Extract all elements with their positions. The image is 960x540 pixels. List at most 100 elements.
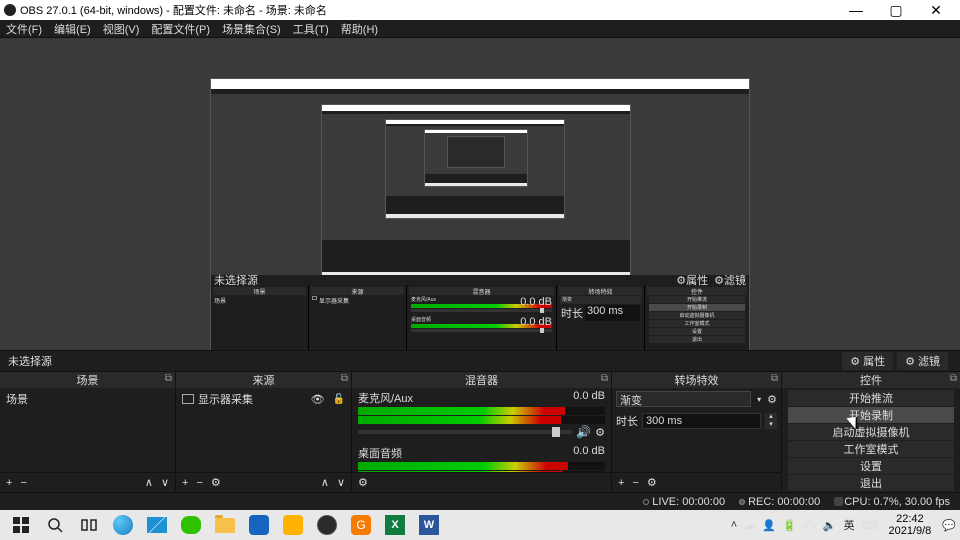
menu-file[interactable]: 文件(F) <box>6 21 42 37</box>
menu-profile[interactable]: 配置文件(P) <box>151 21 210 37</box>
filters-button[interactable]: ⚙滤镜 <box>897 352 948 370</box>
remove-scene-button[interactable]: − <box>20 477 26 489</box>
tray-volume-icon[interactable]: 🔈 <box>823 519 837 532</box>
tray-keyboard-icon[interactable]: ⌨ <box>862 519 878 532</box>
obs-logo-icon <box>4 4 16 16</box>
mixer-toolbar: ⚙ <box>352 472 611 492</box>
gear-icon: ⚙ <box>850 355 860 368</box>
taskbar-obs[interactable] <box>310 511 344 539</box>
menu-edit[interactable]: 编辑(E) <box>54 21 91 37</box>
controls-title: 控件 <box>860 372 882 388</box>
tray-cloud-icon[interactable]: ☁ <box>744 519 755 532</box>
lock-toggle[interactable]: 🔓 <box>333 394 345 405</box>
tray-network-icon[interactable]: 🖧 <box>804 516 816 535</box>
scene-item[interactable]: 场景 <box>0 388 175 410</box>
transition-select[interactable]: 渐变 <box>616 391 751 407</box>
mixer-dock: 混音器⧉ 麦克风/Aux0.0 dB 🔊 ⚙ 桌面音频0.0 dB 🔊 <box>352 372 612 492</box>
tray-people-icon[interactable]: 👤 <box>762 519 776 532</box>
taskbar-explorer[interactable] <box>208 511 242 539</box>
scenes-title: 场景 <box>77 372 99 388</box>
transition-prop-button[interactable]: ⚙ <box>647 476 657 489</box>
add-source-button[interactable]: + <box>182 477 188 489</box>
taskbar-edge[interactable] <box>106 511 140 539</box>
no-source-label: 未选择源 <box>8 353 198 369</box>
studio-mode-button[interactable]: 工作室模式 <box>788 441 954 457</box>
minimize-button[interactable]: ― <box>836 0 876 20</box>
search-button[interactable] <box>38 511 72 539</box>
add-scene-button[interactable]: + <box>6 477 12 489</box>
taskbar-wechat[interactable] <box>174 511 208 539</box>
properties-button[interactable]: ⚙属性 <box>842 352 893 370</box>
scenes-dock: 场景 ⧉ 场景 + − ∧ ∨ <box>0 372 176 492</box>
source-toolbar: 未选择源 ⚙属性 ⚙滤镜 <box>0 350 960 372</box>
popout-icon[interactable]: ⧉ <box>165 373 172 384</box>
rec-indicator-icon <box>739 499 745 505</box>
taskbar-app-blue[interactable] <box>242 511 276 539</box>
mute-button[interactable]: 🔊 <box>576 425 591 439</box>
start-recording-button[interactable]: 开始录制 <box>788 407 954 423</box>
mixer-channel-desktop: 桌面音频0.0 dB 🔊 ⚙ <box>352 443 611 472</box>
taskbar-word[interactable]: W <box>412 511 446 539</box>
menu-tools[interactable]: 工具(T) <box>293 21 329 37</box>
sources-dock: 来源 ⧉ 显示器采集 👁 🔓 + − ⚙ ∧ ∨ <box>176 372 352 492</box>
add-transition-button[interactable]: + <box>618 477 624 489</box>
maximize-button[interactable]: ▢ <box>876 0 916 20</box>
task-view-button[interactable] <box>72 511 106 539</box>
sources-toolbar: + − ⚙ ∧ ∨ <box>176 472 351 492</box>
scene-down-button[interactable]: ∨ <box>161 476 169 489</box>
remove-source-button[interactable]: − <box>196 477 202 489</box>
sources-title: 来源 <box>253 372 275 388</box>
status-bar: LIVE: 00:00:00 REC: 00:00:00 CPU: 0.7%, … <box>0 492 960 510</box>
duration-down[interactable]: ▾ <box>765 421 777 429</box>
preview-area[interactable]: 场景 场景 来源 显示器采集 混音器 麦克风/Aux0.0 dB 桌面音频0.0… <box>0 38 960 350</box>
menu-view[interactable]: 视图(V) <box>103 21 140 37</box>
taskbar-mail[interactable] <box>140 511 174 539</box>
volume-slider[interactable] <box>358 430 572 434</box>
start-streaming-button[interactable]: 开始推流 <box>788 390 954 406</box>
duration-up[interactable]: ▴ <box>765 413 777 421</box>
popout-icon[interactable]: ⧉ <box>771 373 778 384</box>
system-tray: ˄ ☁ 👤 🔋 🖧 🔈 英 ⌨ 22:42 2021/9/8 💬 <box>731 513 956 537</box>
scene-up-button[interactable]: ∧ <box>145 476 153 489</box>
vu-meter <box>358 416 605 424</box>
tray-clock[interactable]: 22:42 2021/9/8 <box>884 513 935 537</box>
popout-icon[interactable]: ⧉ <box>950 373 957 384</box>
transitions-title: 转场特效 <box>675 372 719 388</box>
taskbar-excel[interactable]: X <box>378 511 412 539</box>
cpu-indicator-icon <box>834 497 843 506</box>
tray-chevron-icon[interactable]: ˄ <box>731 519 737 531</box>
settings-button[interactable]: 设置 <box>788 458 954 474</box>
source-down-button[interactable]: ∨ <box>337 476 345 489</box>
dropdown-icon[interactable]: ▾ <box>753 395 765 404</box>
duration-input[interactable]: 300 ms <box>642 413 761 429</box>
mixer-channel-mic: 麦克风/Aux0.0 dB 🔊 ⚙ <box>352 388 611 443</box>
start-virtualcam-button[interactable]: 启动虚拟摄像机 <box>788 424 954 440</box>
windows-taskbar: G X W ˄ ☁ 👤 🔋 🖧 🔈 英 ⌨ 22:42 2021/9/8 💬 <box>0 510 960 540</box>
remove-transition-button[interactable]: − <box>632 477 638 489</box>
popout-icon[interactable]: ⧉ <box>601 373 608 384</box>
source-up-button[interactable]: ∧ <box>321 476 329 489</box>
menu-help[interactable]: 帮助(H) <box>341 21 378 37</box>
duration-label: 时长 <box>616 413 638 429</box>
exit-button[interactable]: 退出 <box>788 475 954 491</box>
start-button[interactable] <box>4 511 38 539</box>
docks-row: 场景 ⧉ 场景 + − ∧ ∨ 来源 ⧉ 显示器采集 👁 🔓 + − ⚙ <box>0 372 960 492</box>
popout-icon[interactable]: ⧉ <box>341 373 348 384</box>
gear-icon: ⚙ <box>905 355 915 368</box>
channel-settings-button[interactable]: ⚙ <box>595 426 605 439</box>
visibility-toggle[interactable]: 👁 <box>311 393 325 406</box>
tray-ime[interactable]: 英 <box>844 517 855 533</box>
tray-battery-icon[interactable]: 🔋 <box>783 519 797 532</box>
menu-scene-collection[interactable]: 场景集合(S) <box>222 21 281 37</box>
transition-settings-button[interactable]: ⚙ <box>767 393 777 406</box>
vu-meter <box>358 462 605 470</box>
vu-meter <box>358 407 605 415</box>
mixer-title: 混音器 <box>465 372 498 388</box>
source-settings-button[interactable]: ⚙ <box>211 476 221 489</box>
taskbar-app-orange[interactable]: G <box>344 511 378 539</box>
close-button[interactable]: ✕ <box>916 0 956 20</box>
tray-notifications-icon[interactable]: 💬 <box>942 519 956 532</box>
taskbar-app-yellow[interactable] <box>276 511 310 539</box>
mixer-settings-button[interactable]: ⚙ <box>358 476 368 489</box>
source-item[interactable]: 显示器采集 👁 🔓 <box>176 388 351 410</box>
